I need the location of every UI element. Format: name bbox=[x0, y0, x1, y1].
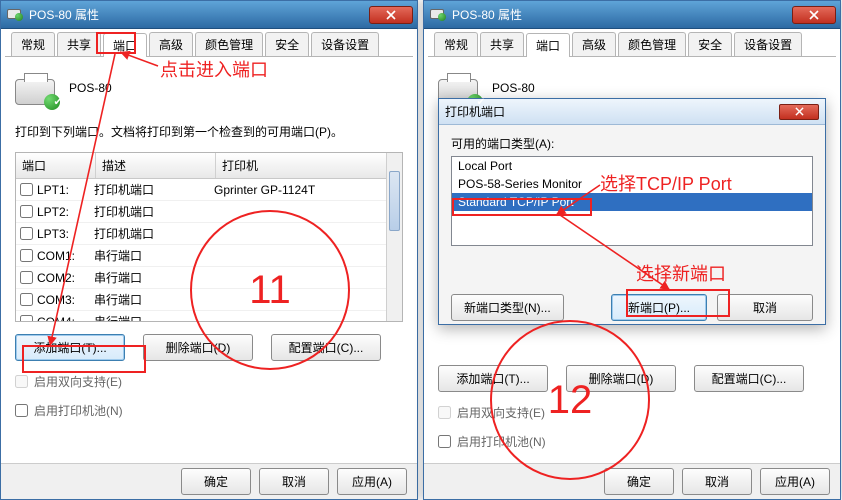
available-types-label: 可用的端口类型(A): bbox=[451, 135, 813, 152]
apply-button[interactable]: 应用(A) bbox=[760, 468, 830, 495]
port-table-header: 端口 描述 打印机 bbox=[16, 153, 402, 179]
tabs: 常规 共享 端口 高级 颜色管理 安全 设备设置 bbox=[428, 33, 836, 57]
close-icon bbox=[809, 10, 819, 20]
dialog-body: 可用的端口类型(A): Local Port POS-58-Series Mon… bbox=[439, 125, 825, 331]
port-rows: LPT1:打印机端口Gprinter GP-1124T LPT2:打印机端口 L… bbox=[16, 179, 402, 322]
close-icon bbox=[386, 10, 396, 20]
col-port[interactable]: 端口 bbox=[16, 153, 96, 178]
table-row[interactable]: COM1:串行端口 bbox=[16, 245, 402, 267]
configure-port-button[interactable]: 配置端口(C)... bbox=[694, 365, 804, 392]
tab-client: ✔ POS-80 打印到下列端口。文档将打印到第一个检查到的可用端口(P)。 端… bbox=[1, 57, 417, 429]
delete-port-button[interactable]: 删除端口(D) bbox=[143, 334, 253, 361]
tab-color[interactable]: 颜色管理 bbox=[618, 32, 686, 56]
bidi-checkbox bbox=[15, 375, 28, 388]
add-port-button[interactable]: 添加端口(T)... bbox=[15, 334, 125, 361]
tab-general[interactable]: 常规 bbox=[434, 32, 478, 56]
port-instruction: 打印到下列端口。文档将打印到第一个检查到的可用端口(P)。 bbox=[15, 123, 403, 140]
bottom-bar: 确定 取消 应用(A) bbox=[1, 463, 417, 499]
tab-ports[interactable]: 端口 bbox=[526, 33, 570, 57]
table-row[interactable]: LPT3:打印机端口 bbox=[16, 223, 402, 245]
window-title: POS-80 属性 bbox=[29, 6, 369, 23]
properties-window-right: POS-80 属性 常规 共享 端口 高级 颜色管理 安全 设备设置 ✔ POS… bbox=[423, 0, 841, 500]
tab-color[interactable]: 颜色管理 bbox=[195, 32, 263, 56]
bidi-check[interactable]: 启用双向支持(E) bbox=[438, 404, 826, 421]
pool-check[interactable]: 启用打印机池(N) bbox=[15, 402, 403, 419]
printer-icon bbox=[430, 7, 446, 23]
pool-checkbox[interactable] bbox=[15, 404, 28, 417]
tab-devset[interactable]: 设备设置 bbox=[734, 32, 802, 56]
dialog-titlebar[interactable]: 打印机端口 bbox=[439, 99, 825, 125]
port-checkbox[interactable] bbox=[20, 315, 33, 322]
close-icon bbox=[795, 107, 804, 116]
titlebar[interactable]: POS-80 属性 bbox=[1, 1, 417, 29]
table-row[interactable]: COM4:串行端口 bbox=[16, 311, 402, 322]
apply-button[interactable]: 应用(A) bbox=[337, 468, 407, 495]
bottom-bar: 确定 取消 应用(A) bbox=[424, 463, 840, 499]
port-checkbox[interactable] bbox=[20, 293, 33, 306]
tab-advanced[interactable]: 高级 bbox=[149, 32, 193, 56]
window-title: POS-80 属性 bbox=[452, 6, 792, 23]
port-table: 端口 描述 打印机 LPT1:打印机端口Gprinter GP-1124T LP… bbox=[15, 152, 403, 322]
pool-check[interactable]: 启用打印机池(N) bbox=[438, 433, 826, 450]
bidi-checkbox bbox=[438, 406, 451, 419]
titlebar[interactable]: POS-80 属性 bbox=[424, 1, 840, 29]
close-button[interactable] bbox=[792, 6, 836, 24]
ok-button[interactable]: 确定 bbox=[181, 468, 251, 495]
port-type-list[interactable]: Local Port POS-58-Series Monitor Standar… bbox=[451, 156, 813, 246]
tabs: 常规 共享 端口 高级 颜色管理 安全 设备设置 bbox=[5, 33, 413, 57]
port-button-row: 添加端口(T)... 删除端口(D) 配置端口(C)... bbox=[15, 334, 403, 361]
col-printer[interactable]: 打印机 bbox=[216, 153, 402, 178]
printer-large-icon: ✔ bbox=[15, 71, 59, 105]
cancel-button[interactable]: 取消 bbox=[682, 468, 752, 495]
dialog-title: 打印机端口 bbox=[445, 103, 505, 120]
delete-port-button[interactable]: 删除端口(D) bbox=[566, 365, 676, 392]
printer-header: ✔ POS-80 bbox=[15, 71, 403, 105]
scrollbar-thumb[interactable] bbox=[389, 171, 400, 231]
table-row[interactable]: COM3:串行端口 bbox=[16, 289, 402, 311]
tab-ports[interactable]: 端口 bbox=[103, 33, 147, 57]
table-row[interactable]: COM2:串行端口 bbox=[16, 267, 402, 289]
tab-advanced[interactable]: 高级 bbox=[572, 32, 616, 56]
configure-port-button[interactable]: 配置端口(C)... bbox=[271, 334, 381, 361]
ok-button[interactable]: 确定 bbox=[604, 468, 674, 495]
list-item[interactable]: POS-58-Series Monitor bbox=[452, 175, 812, 193]
printer-name: POS-80 bbox=[492, 81, 535, 95]
tab-devset[interactable]: 设备设置 bbox=[311, 32, 379, 56]
tab-sharing[interactable]: 共享 bbox=[480, 32, 524, 56]
tab-security[interactable]: 安全 bbox=[265, 32, 309, 56]
cancel-button[interactable]: 取消 bbox=[259, 468, 329, 495]
port-checkbox[interactable] bbox=[20, 227, 33, 240]
printer-name: POS-80 bbox=[69, 81, 112, 95]
list-item-selected[interactable]: Standard TCP/IP Port bbox=[452, 193, 812, 211]
port-checkbox[interactable] bbox=[20, 249, 33, 262]
tab-security[interactable]: 安全 bbox=[688, 32, 732, 56]
printer-ports-dialog: 打印机端口 可用的端口类型(A): Local Port POS-58-Seri… bbox=[438, 98, 826, 325]
port-checkbox[interactable] bbox=[20, 271, 33, 284]
bidi-check[interactable]: 启用双向支持(E) bbox=[15, 373, 403, 390]
port-button-row: 添加端口(T)... 删除端口(D) 配置端口(C)... bbox=[438, 365, 826, 392]
table-row[interactable]: LPT1:打印机端口Gprinter GP-1124T bbox=[16, 179, 402, 201]
port-checkbox[interactable] bbox=[20, 205, 33, 218]
add-port-button[interactable]: 添加端口(T)... bbox=[438, 365, 548, 392]
tab-general[interactable]: 常规 bbox=[11, 32, 55, 56]
list-item[interactable]: Local Port bbox=[452, 157, 812, 175]
pool-checkbox[interactable] bbox=[438, 435, 451, 448]
new-port-button[interactable]: 新端口(P)... bbox=[611, 294, 707, 321]
properties-window-left: POS-80 属性 常规 共享 端口 高级 颜色管理 安全 设备设置 ✔ POS… bbox=[0, 0, 418, 500]
scrollbar[interactable] bbox=[386, 153, 402, 321]
port-checkbox[interactable] bbox=[20, 183, 33, 196]
new-port-type-button[interactable]: 新端口类型(N)... bbox=[451, 294, 564, 321]
table-row[interactable]: LPT2:打印机端口 bbox=[16, 201, 402, 223]
close-button[interactable] bbox=[369, 6, 413, 24]
col-desc[interactable]: 描述 bbox=[96, 153, 216, 178]
printer-icon bbox=[7, 7, 23, 23]
dialog-cancel-button[interactable]: 取消 bbox=[717, 294, 813, 321]
tab-sharing[interactable]: 共享 bbox=[57, 32, 101, 56]
dialog-button-row: 新端口类型(N)... 新端口(P)... 取消 bbox=[451, 294, 813, 321]
dialog-close-button[interactable] bbox=[779, 104, 819, 120]
